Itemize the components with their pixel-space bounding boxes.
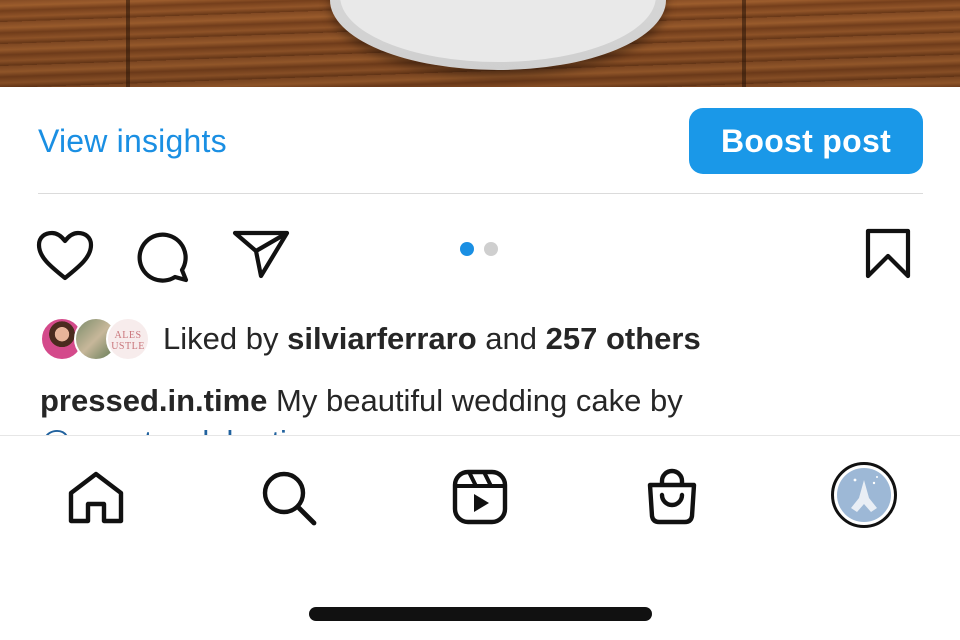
reels-icon[interactable] xyxy=(452,469,508,525)
carousel-indicator xyxy=(460,242,500,256)
carousel-dot xyxy=(484,242,498,256)
likes-others-count[interactable]: 257 others xyxy=(546,321,701,356)
comment-icon[interactable] xyxy=(135,228,191,284)
liker-avatars[interactable]: ALES USTLE xyxy=(40,317,150,361)
likes-summary[interactable]: Liked by silviarferraro and 257 others xyxy=(163,321,701,357)
caption-username[interactable]: pressed.in.time xyxy=(40,383,267,418)
caption-text: My beautiful wedding cake by xyxy=(276,383,683,418)
send-icon[interactable] xyxy=(232,229,290,279)
wood-plank-seam xyxy=(742,0,746,87)
likes-prefix: Liked by xyxy=(163,321,279,356)
carousel-dot-active xyxy=(460,242,474,256)
post-image[interactable] xyxy=(0,0,960,87)
insights-row: View insights Boost post xyxy=(38,108,923,174)
wood-plank-seam xyxy=(126,0,130,87)
profile-avatar-image xyxy=(837,468,891,522)
profile-avatar[interactable] xyxy=(831,462,897,528)
boost-post-button[interactable]: Boost post xyxy=(689,108,923,174)
post-caption: pressed.in.time My beautiful wedding cak… xyxy=(40,383,920,419)
likes-middle: and xyxy=(485,321,538,356)
avatar: ALES USTLE xyxy=(106,317,150,361)
praying-hands-icon xyxy=(851,476,878,512)
shop-icon[interactable] xyxy=(645,467,699,525)
bookmark-icon[interactable] xyxy=(864,228,912,280)
divider xyxy=(38,193,923,194)
liker-username[interactable]: silviarferraro xyxy=(287,321,477,356)
home-indicator[interactable] xyxy=(309,607,652,621)
home-icon[interactable] xyxy=(67,471,125,525)
heart-icon[interactable] xyxy=(36,230,94,282)
view-insights-link[interactable]: View insights xyxy=(38,123,227,160)
search-icon[interactable] xyxy=(260,469,318,527)
